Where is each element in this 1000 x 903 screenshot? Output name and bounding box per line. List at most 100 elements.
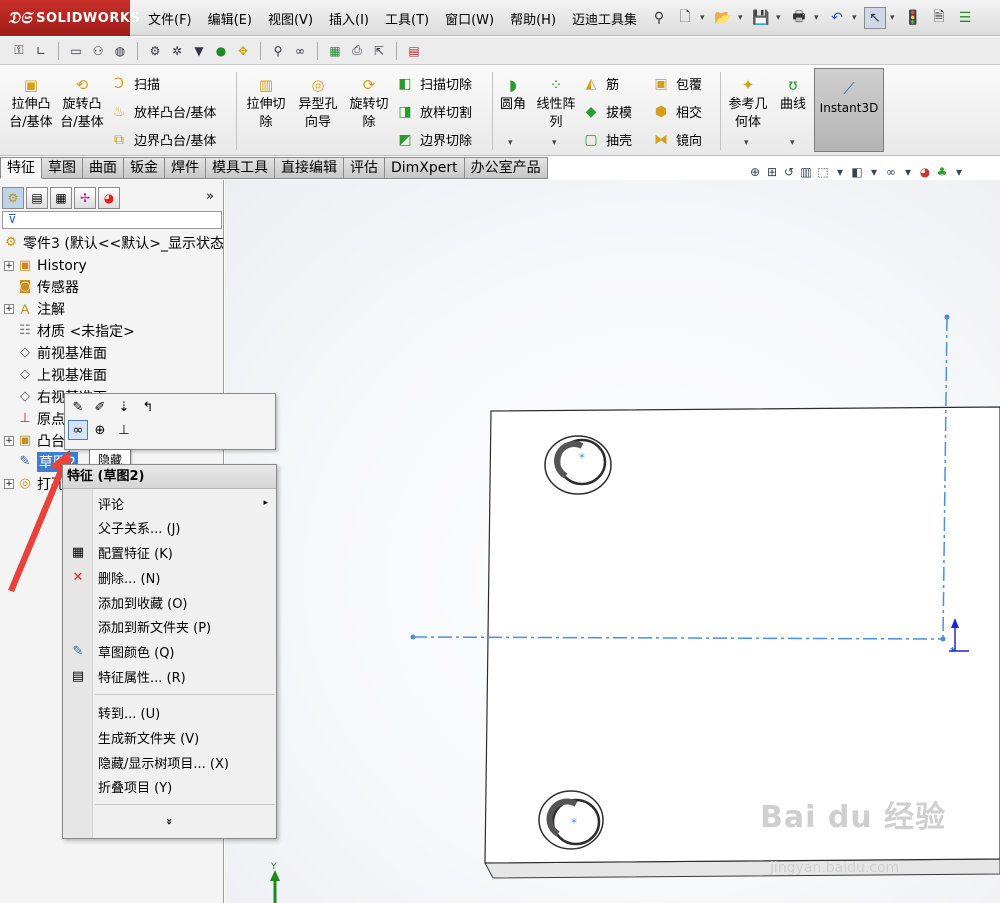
tree-item-material[interactable]: ☷ 材质 <未指定>	[16, 320, 135, 341]
tab-sheet-metal[interactable]: 钣金	[124, 157, 165, 179]
rollback-icon[interactable]: ⇣	[114, 397, 134, 417]
lofted-cut-button[interactable]: ◨ 放样切割	[396, 102, 472, 122]
menu-item-parent-child[interactable]: 父子关系... (J)	[63, 515, 276, 539]
dimxpert-manager-tab-icon[interactable]: ✢	[74, 187, 96, 209]
configuration-manager-tab-icon[interactable]: ▦	[50, 187, 72, 209]
swept-cut-button[interactable]: ◧ 扫描切除	[396, 74, 472, 94]
pin-icon[interactable]: ⚲	[648, 7, 670, 29]
tree-item-history[interactable]: + ▣ History	[4, 255, 87, 276]
instant3d-button[interactable]: ⟋ Instant3D	[814, 68, 884, 152]
chevron-down-icon[interactable]: ▾	[901, 165, 915, 179]
edit-sketch-icon[interactable]: ✎	[68, 397, 88, 417]
tree-item-sensors[interactable]: ◙ 传感器	[16, 276, 79, 297]
gear-icon[interactable]: ⚙	[146, 42, 164, 60]
menu-item-comment[interactable]: 评论 ▸	[63, 491, 276, 515]
tab-sketch[interactable]: 草图	[42, 157, 83, 179]
tab-features[interactable]: 特征	[0, 157, 42, 179]
chevron-down-icon[interactable]: ▾	[814, 13, 822, 23]
save-icon[interactable]: 💾	[750, 7, 772, 29]
menu-item-add-to-favorites[interactable]: 添加到收藏 (O)	[63, 590, 276, 614]
linear-pattern-button[interactable]: ⁘ 线性阵列	[534, 76, 578, 132]
menu-item-add-to-new-folder[interactable]: 添加到新文件夹 (P)	[63, 614, 276, 638]
export-icon[interactable]: ⇱	[370, 42, 388, 60]
display-style-icon[interactable]: ◧	[850, 165, 864, 179]
wrap-button[interactable]: ▣ 包覆	[652, 74, 702, 94]
boundary-cut-button[interactable]: ◩ 边界切除	[396, 130, 472, 150]
zoom-to-fit-icon[interactable]: ⊕	[748, 165, 762, 179]
chevron-down-icon[interactable]: ▾	[508, 138, 513, 148]
spreadsheet-icon[interactable]: ▦	[326, 42, 344, 60]
expand-menu-chevron-icon[interactable]: »	[163, 715, 176, 903]
tree-root-part[interactable]: ⚙ 零件3 (默认<<默认>_显示状态	[2, 232, 224, 253]
menu-insert[interactable]: 插入(I)	[321, 9, 377, 28]
chevron-down-icon[interactable]: ▾	[790, 138, 795, 148]
solidworks-logo[interactable]: 𝔇𝔖 SOLIDWORKS	[0, 0, 140, 36]
return-icon[interactable]: ↰	[138, 397, 158, 417]
location-pin-icon[interactable]: ●	[212, 42, 230, 60]
open-folder-icon[interactable]: 📂	[712, 7, 734, 29]
cog-icon[interactable]: ✲	[168, 42, 186, 60]
rebuild-icon[interactable]: 🚦	[902, 7, 924, 29]
section-view-icon[interactable]: ▥	[799, 165, 813, 179]
rib-button[interactable]: ◭ 筋	[582, 74, 619, 94]
tab-evaluate[interactable]: 评估	[344, 157, 385, 179]
menu-item-sketch-color[interactable]: ✎ 草图颜色 (Q)	[63, 639, 276, 663]
expand-panel-icon[interactable]: »	[206, 189, 214, 204]
menu-file[interactable]: 文件(F)	[140, 9, 200, 28]
feature-manager-tab-icon[interactable]: ⚙	[2, 187, 24, 209]
revolve-boss-button[interactable]: ⟲ 旋转凸台/基体	[58, 76, 106, 132]
undo-icon[interactable]: ↶	[826, 7, 848, 29]
chevron-down-icon[interactable]: ▾	[552, 138, 557, 148]
menu-help[interactable]: 帮助(H)	[502, 9, 564, 28]
zoom-to-area-icon[interactable]: ⊞	[765, 165, 779, 179]
tab-mold-tools[interactable]: 模具工具	[206, 157, 275, 179]
boundary-boss-button[interactable]: ⧉ 边界凸台/基体	[110, 130, 216, 150]
reference-geometry-button[interactable]: ✦ 参考几何体	[724, 76, 772, 132]
expand-icon[interactable]: +	[4, 260, 14, 271]
normal-to-icon[interactable]: ⊥	[114, 420, 134, 440]
print-icon[interactable]: 🖶	[788, 7, 810, 29]
chevron-down-icon[interactable]: ▾	[952, 165, 966, 179]
options-icon[interactable]: ☰	[954, 7, 976, 29]
new-document-icon[interactable]: 🗋	[674, 7, 696, 29]
tab-weldments[interactable]: 焊件	[165, 157, 206, 179]
key-icon[interactable]: ⚿	[10, 42, 28, 60]
extrude-cut-button[interactable]: ▥ 拉伸切除	[242, 76, 290, 132]
tree-item-annotations[interactable]: + Ａ 注解	[4, 298, 65, 319]
plugin-icon[interactable]: ✥	[234, 42, 252, 60]
loft-boss-button[interactable]: ♨ 放样凸台/基体	[110, 102, 217, 122]
chevron-down-icon[interactable]: ▾	[700, 13, 708, 23]
revolve-cut-button[interactable]: ⟳ 旋转切除	[346, 76, 392, 132]
previous-view-icon[interactable]: ↺	[782, 165, 796, 179]
draft-button[interactable]: ◆ 拔模	[582, 102, 632, 122]
expand-icon[interactable]: +	[4, 303, 14, 314]
display-manager-tab-icon[interactable]: ◕	[98, 187, 120, 209]
intersect-button[interactable]: ⬢ 相交	[652, 102, 702, 122]
hide-icon[interactable]: ∞	[68, 420, 88, 440]
edit-feature-icon[interactable]: ✐	[90, 397, 110, 417]
menu-item-delete[interactable]: ✕ 删除... (N)	[63, 565, 276, 589]
chevron-down-icon[interactable]: ▾	[738, 13, 746, 23]
fillet-button[interactable]: ◗ 圆角	[498, 76, 528, 114]
menu-tools[interactable]: 工具(T)	[377, 9, 437, 28]
feature-tree-filter[interactable]: ⊽	[2, 211, 222, 229]
tree-item-origin[interactable]: ⊥ 原点	[16, 408, 65, 429]
chevron-down-icon[interactable]: ▾	[776, 13, 784, 23]
report-icon[interactable]: ▤	[405, 42, 423, 60]
globe-icon[interactable]: ◍	[111, 42, 129, 60]
tab-office-products[interactable]: 办公室产品	[464, 157, 548, 179]
menu-maidi-tools[interactable]: 迈迪工具集	[564, 9, 645, 28]
mirror-button[interactable]: ⧓ 镜向	[652, 130, 702, 150]
menu-edit[interactable]: 编辑(E)	[200, 9, 260, 28]
tab-dimxpert[interactable]: DimXpert	[385, 157, 465, 179]
menu-item-feature-properties[interactable]: ▤ 特征属性... (R)	[63, 664, 276, 688]
hide-show-items-icon[interactable]: ∞	[884, 165, 898, 179]
binoculars-icon[interactable]: ∞	[291, 42, 309, 60]
zoom-to-selection-icon[interactable]: ⊕	[90, 420, 110, 440]
file-properties-icon[interactable]: 🗎	[928, 7, 950, 29]
tab-surfaces[interactable]: 曲面	[83, 157, 124, 179]
chevron-down-icon[interactable]: ▾	[890, 13, 898, 23]
shell-button[interactable]: ▢ 抽壳	[582, 130, 632, 150]
tree-item-top-plane[interactable]: ◇ 上视基准面	[16, 364, 107, 385]
hierarchy-icon[interactable]: ⚇	[89, 42, 107, 60]
